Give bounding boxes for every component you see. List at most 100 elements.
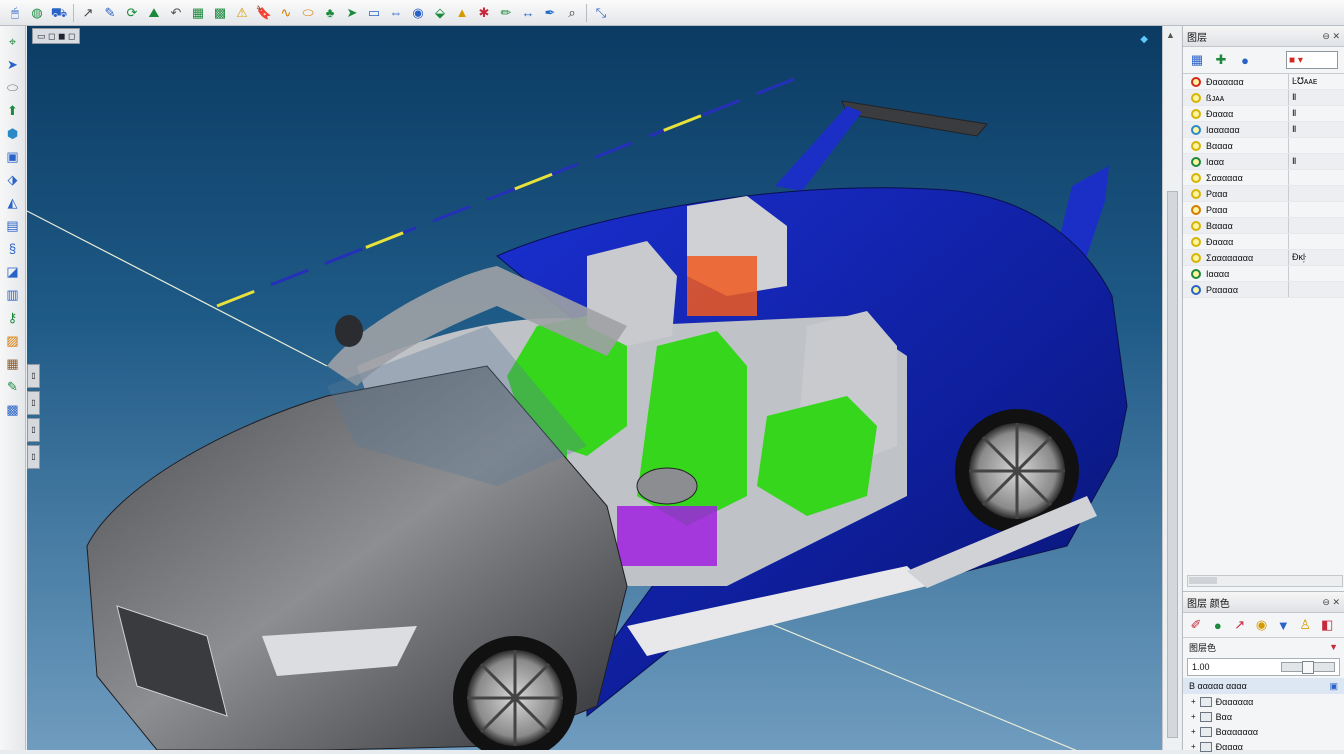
table-button[interactable]: ▦ — [189, 4, 207, 22]
panel-controls[interactable]: ⊖ ✕ — [1322, 597, 1340, 608]
tree-item[interactable]: + Βααααααα — [1183, 724, 1344, 739]
surface-button[interactable]: ⛰ — [145, 4, 163, 22]
scroll-up-icon[interactable]: ▲ — [1166, 30, 1175, 40]
tree-item[interactable]: + Ðαααααα — [1183, 694, 1344, 709]
layer-row[interactable]: Ρααα — [1183, 202, 1344, 218]
opacity-slider[interactable] — [1281, 661, 1335, 674]
layer-row[interactable]: Ðαααααα Ŀ℧ᴀᴀᴇ — [1183, 74, 1344, 90]
layer-row[interactable]: Ιαααααα Ⅱ — [1183, 122, 1344, 138]
clip-icon[interactable]: ◧ — [1318, 615, 1336, 635]
side-tab[interactable]: ▯ — [27, 391, 40, 415]
layer-status-icon[interactable] — [1191, 188, 1201, 199]
tree-item[interactable]: + Ðαααα — [1183, 739, 1344, 754]
side-tab[interactable]: ▯ — [27, 445, 40, 469]
section-icon[interactable]: ▼ — [1329, 642, 1338, 652]
dot-icon[interactable]: ● — [1209, 615, 1227, 635]
wave-button[interactable]: ∿ — [277, 4, 295, 22]
circle-icon[interactable]: ◉ — [1253, 615, 1271, 635]
layer-status-icon[interactable] — [1191, 76, 1201, 87]
lamp-icon[interactable]: ♙ — [1296, 615, 1314, 635]
drop-icon[interactable]: ▼ — [1274, 615, 1292, 635]
layer-grid-icon[interactable]: ▦ — [1187, 50, 1207, 70]
layer-status-icon[interactable] — [1191, 284, 1201, 295]
curve-tool-icon[interactable]: ↗ — [1231, 615, 1249, 635]
layer-status-icon[interactable] — [1191, 156, 1201, 167]
layer-status-icon[interactable] — [1191, 204, 1201, 215]
layer-row[interactable]: Ðαααα Ⅱ — [1183, 106, 1344, 122]
side-tab[interactable]: ▯ — [27, 418, 40, 442]
surface-tool-icon[interactable]: ◭ — [3, 193, 23, 213]
frame-icon[interactable]: ▤ — [3, 216, 23, 236]
tree-header[interactable]: Β ααααα αααα ▣ — [1183, 678, 1344, 694]
plane-button[interactable]: ⬭ — [299, 4, 317, 22]
box-icon[interactable]: ▣ — [3, 147, 23, 167]
layer-row[interactable]: Ðαααα — [1183, 234, 1344, 250]
layer-status-icon[interactable] — [1191, 252, 1201, 263]
view-button[interactable]: ⬙ — [431, 4, 449, 22]
pencil-button[interactable]: ✏ — [497, 4, 515, 22]
select-button[interactable]: 🖱 — [6, 4, 24, 22]
triangle-button[interactable]: ▲ — [453, 4, 471, 22]
hscroll-thumb[interactable] — [1189, 577, 1217, 584]
key-icon[interactable]: ⚷ — [3, 308, 23, 328]
slider-knob[interactable] — [1302, 661, 1314, 674]
layer-row[interactable]: ßᴊᴀᴀ Ⅱ — [1183, 90, 1344, 106]
scroll-thumb[interactable] — [1167, 191, 1178, 738]
curve-button[interactable]: ↗ — [79, 4, 97, 22]
layer-row[interactable]: Βαααα — [1183, 218, 1344, 234]
extrude-icon[interactable]: ⬆ — [3, 101, 23, 121]
move-button[interactable]: ⇔ — [387, 4, 405, 22]
dimension-button[interactable]: ↔ — [519, 4, 537, 22]
layer-icon[interactable]: ◪ — [3, 262, 23, 282]
panel-button[interactable]: ▭ — [365, 4, 383, 22]
expand-icon[interactable]: + — [1191, 697, 1196, 706]
layer-add-icon[interactable]: ✚ — [1211, 50, 1231, 70]
layers-hscrollbar[interactable] — [1187, 575, 1343, 587]
layer-row[interactable]: Σαααααααα Ðĸŀ᷊ — [1183, 250, 1344, 266]
tree-badge-icon[interactable]: ▣ — [1329, 681, 1338, 692]
measure-button[interactable]: ⤡ — [592, 4, 610, 22]
paint-button[interactable]: ✱ — [475, 4, 493, 22]
opacity-input[interactable]: 1.00 — [1187, 658, 1340, 676]
side-tab[interactable]: ▯ — [27, 364, 40, 388]
eye-button[interactable]: ◉ — [409, 4, 427, 22]
columns-icon[interactable]: ▥ — [3, 285, 23, 305]
bookmark-button[interactable]: 🔖 — [255, 4, 273, 22]
camera-button[interactable]: ⛟ — [50, 4, 68, 22]
arrow-button[interactable]: ➤ — [343, 4, 361, 22]
layer-row[interactable]: Βαααα — [1183, 138, 1344, 154]
select-tool-icon[interactable]: ➤ — [3, 55, 23, 75]
brush-icon[interactable]: ✐ — [1187, 615, 1205, 635]
point-icon[interactable]: ⌖ — [3, 32, 23, 52]
layer-color-field[interactable]: ■ ▾ — [1286, 51, 1338, 69]
chart-icon[interactable]: ▩ — [3, 400, 23, 420]
spring-icon[interactable]: § — [3, 239, 23, 259]
expand-icon[interactable]: + — [1191, 727, 1196, 736]
tree-item[interactable]: + Βαα — [1183, 709, 1344, 724]
grid-button[interactable]: ▩ — [211, 4, 229, 22]
layer-status-icon[interactable] — [1191, 140, 1201, 151]
layer-row[interactable]: Ρααα — [1183, 186, 1344, 202]
viewport-corner-icon[interactable]: ◆ — [1140, 34, 1148, 45]
layer-status-icon[interactable] — [1191, 108, 1201, 119]
layer-status-icon[interactable] — [1191, 268, 1201, 279]
shape-icon[interactable]: ⬭ — [3, 78, 23, 98]
solid-icon[interactable]: ⬢ — [3, 124, 23, 144]
layer-status-icon[interactable] — [1191, 236, 1201, 247]
globe-button[interactable]: ◍ — [28, 4, 46, 22]
layer-row[interactable]: Σαααααα — [1183, 170, 1344, 186]
layer-status-icon[interactable] — [1191, 172, 1201, 183]
pencil-tool-icon[interactable]: ✎ — [3, 377, 23, 397]
stack-icon[interactable]: ▨ — [3, 331, 23, 351]
layer-row[interactable]: Ρααααα — [1183, 282, 1344, 298]
sketch-button[interactable]: ✎ — [101, 4, 119, 22]
viewport-label[interactable]: ▭ ◻ ◼ ◻ — [32, 28, 81, 44]
undo-button[interactable]: ↶ — [167, 4, 185, 22]
layer-status-icon[interactable] — [1191, 220, 1201, 231]
tree-button[interactable]: ♣ — [321, 4, 339, 22]
rotate-button[interactable]: ⟳ — [123, 4, 141, 22]
3d-viewport[interactable]: ▭ ◻ ◼ ◻ ◆ ▯ ▯ ▯ ▯ — [27, 26, 1162, 750]
layer-status-icon[interactable] — [1191, 92, 1201, 103]
panel-controls[interactable]: ⊖ ✕ — [1322, 31, 1340, 42]
layer-row[interactable]: Ιααα Ⅱ — [1183, 154, 1344, 170]
